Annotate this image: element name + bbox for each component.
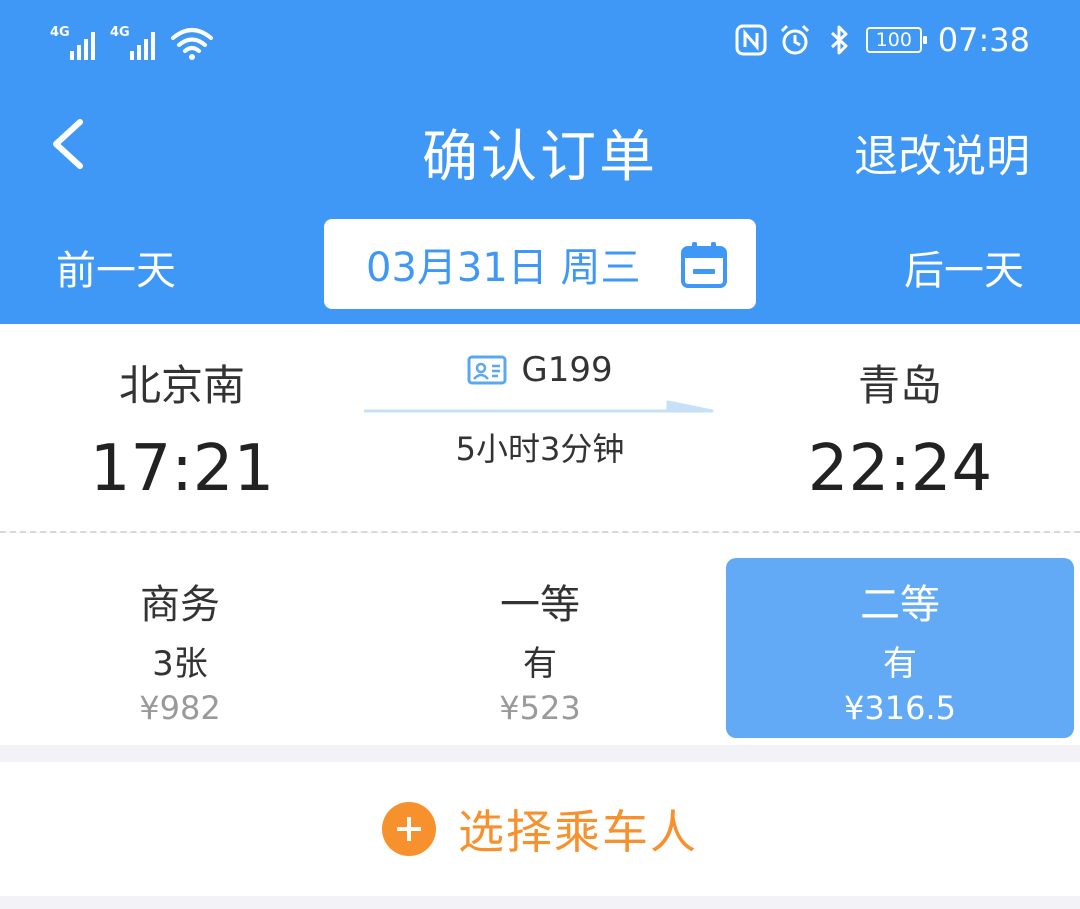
train-number: G199	[521, 350, 613, 390]
cellular-signal-icon: 4G	[50, 26, 102, 60]
network-type-label: 4G	[110, 25, 130, 40]
seat-availability: 有	[523, 644, 557, 684]
seat-class: 二等	[860, 582, 940, 628]
train-info-card: 北京南 17:21 G199 5小时3分钟 青岛 22:24	[0, 324, 1080, 532]
seat-class-selector: 商务 3张 ¥982 一等 有 ¥523 二等 有 ¥316.5	[0, 533, 1080, 745]
route-arrow-icon	[364, 400, 714, 413]
app-header: 4G 4G 100 07:38 确认订单 退改说明 前一天 03月31日 周三 …	[0, 0, 1080, 324]
add-passenger-label: 选择乘车人	[458, 805, 698, 859]
seat-option-first-class[interactable]: 一等 有 ¥523	[366, 558, 714, 738]
battery-icon: 100	[865, 27, 927, 53]
bluetooth-icon	[830, 25, 848, 55]
seat-option-business[interactable]: 商务 3张 ¥982	[6, 558, 354, 738]
seat-class: 一等	[500, 582, 580, 628]
seat-price: ¥316.5	[844, 689, 956, 727]
departure-time: 17:21	[89, 432, 275, 506]
seat-price: ¥523	[499, 689, 581, 727]
cellular-signal-icon: 4G	[110, 26, 162, 60]
alarm-icon	[780, 24, 809, 55]
previous-day-button[interactable]: 前一天	[56, 238, 176, 296]
id-card-icon	[467, 355, 507, 385]
seat-class: 商务	[140, 582, 220, 628]
departure-station: 北京南	[118, 361, 245, 410]
selected-date: 03月31日 周三	[366, 245, 641, 291]
network-type-label: 4G	[50, 25, 70, 40]
nfc-icon	[735, 24, 767, 56]
seat-availability: 有	[883, 644, 917, 684]
next-day-button[interactable]: 后一天	[904, 238, 1024, 296]
calendar-icon	[681, 242, 727, 288]
train-number-row[interactable]: G199	[360, 350, 720, 390]
seat-availability: 3张	[152, 644, 208, 684]
status-time: 07:38	[937, 21, 1030, 59]
seat-option-second-class[interactable]: 二等 有 ¥316.5	[726, 558, 1074, 738]
seat-price: ¥982	[139, 689, 221, 727]
train-summary: G199 5小时3分钟	[360, 350, 720, 470]
plus-icon	[382, 802, 436, 856]
wifi-icon	[171, 28, 213, 60]
arrival-time: 22:24	[807, 432, 993, 506]
status-bar-right: 100 07:38	[734, 18, 1030, 62]
refund-rules-link[interactable]: 退改说明	[854, 120, 1030, 184]
date-selector[interactable]: 03月31日 周三	[324, 219, 756, 309]
trip-duration: 5小时3分钟	[455, 430, 625, 468]
add-passenger-button[interactable]: 选择乘车人	[0, 762, 1080, 896]
arrival-station: 青岛	[857, 361, 942, 410]
status-bar-left: 4G 4G	[50, 20, 214, 60]
